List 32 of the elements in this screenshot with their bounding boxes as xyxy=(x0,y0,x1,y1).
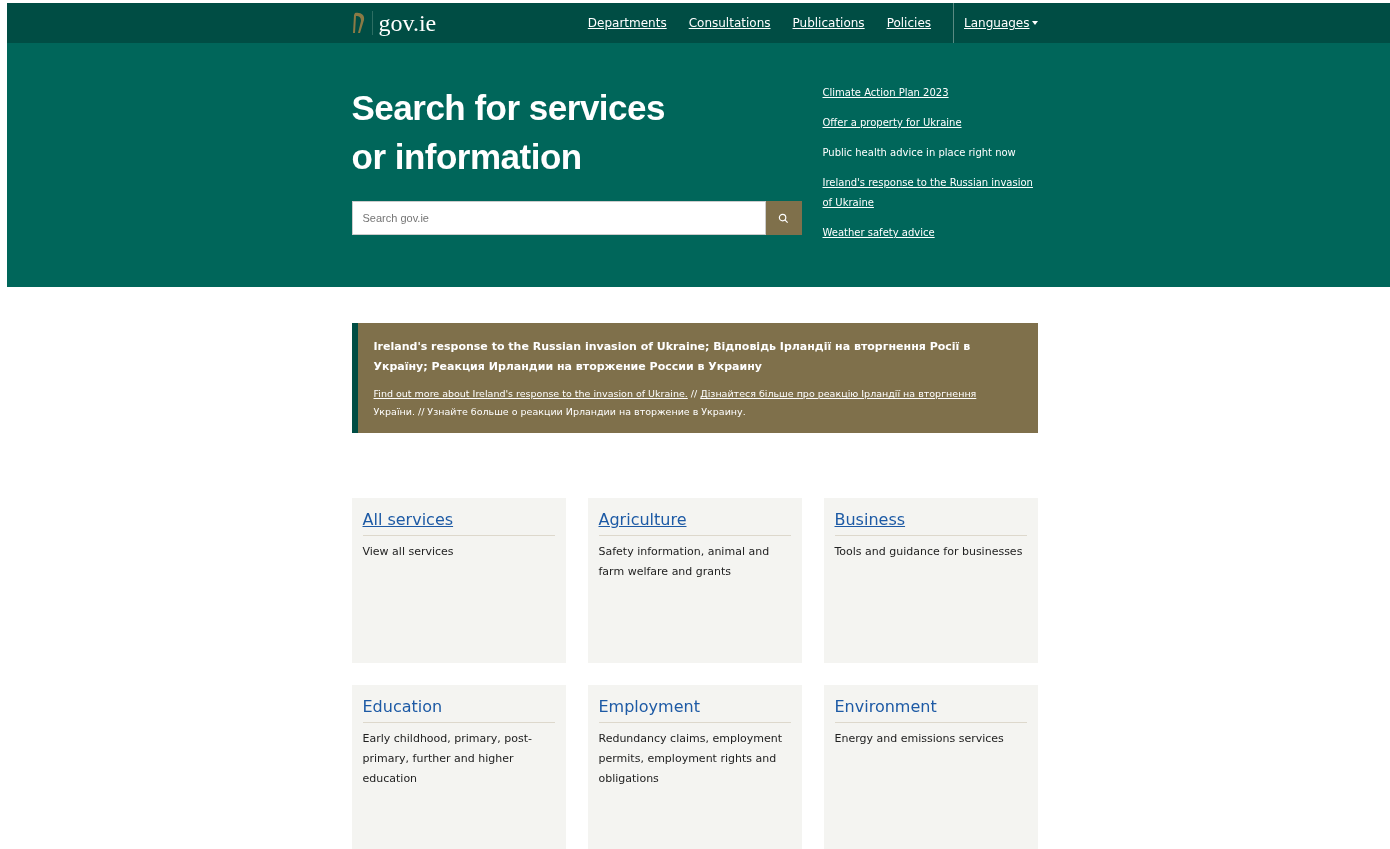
quick-link[interactable]: Weather safety advice xyxy=(822,223,935,243)
search-icon xyxy=(778,212,789,224)
category-link[interactable]: Environment xyxy=(834,697,1027,723)
category-description: Tools and guidance for businesses xyxy=(834,544,1024,560)
category-description: View all services xyxy=(362,544,455,560)
hero-title: Search for services or information xyxy=(351,87,666,178)
quick-text: Public health advice in place right now xyxy=(822,147,1016,158)
nav-link[interactable]: Departments xyxy=(587,16,667,30)
nav-link[interactable]: Policies xyxy=(886,16,931,30)
quick-link[interactable]: Offer a property for Ukraine xyxy=(822,113,962,133)
quick-link[interactable]: Ireland's response to the Russian invasion of Ukraine xyxy=(822,173,1038,213)
notice-link[interactable]: Дізнайтеся більше про реакцію Ірландії на вторгнення xyxy=(700,388,977,399)
site-logo[interactable]: gov.ie xyxy=(378,9,437,37)
notice-text: Find out more about Ireland's response to the invasion of Ukraine. // Дізнайтеся більше про реакцію Ірландії на вторгнення України. // Узнайте больше о реакции Ирландии на вторжение в Украину. xyxy=(373,387,978,419)
search-button[interactable] xyxy=(765,201,802,235)
category-link[interactable]: Agriculture xyxy=(598,510,791,536)
category-link[interactable]: Business xyxy=(834,510,1027,536)
search-field[interactable]: Search gov.ie xyxy=(351,201,766,235)
category-description: Early childhood, primary, post-primary, further and higher education xyxy=(362,731,534,787)
category-description: Energy and emissions services xyxy=(834,731,1005,747)
nav-link[interactable]: Publications xyxy=(792,16,865,30)
category-description: Redundancy claims, employment permits, employment rights and obligations xyxy=(598,731,783,787)
notice-link[interactable]: Find out more about Ireland's response to the invasion of Ukraine. xyxy=(373,388,688,399)
category-link[interactable]: All services xyxy=(362,510,555,536)
quick-link[interactable]: Climate Action Plan 2023 xyxy=(822,83,949,103)
category-link[interactable]: Employment xyxy=(598,697,791,723)
harp-icon xyxy=(351,11,373,35)
category-description: Safety information, animal and farm welfare and grants xyxy=(598,544,771,580)
notice-title: Ireland's response to the Russian invasion of Ukraine; Відповідь Ірландії на вторгнення Росії в Україну; Реакция Ирландии на вторжение России в Украину xyxy=(373,339,972,375)
nav-link[interactable]: Consultations xyxy=(688,16,771,30)
caret-icon xyxy=(1031,21,1038,25)
category-link[interactable]: Education xyxy=(362,697,555,723)
